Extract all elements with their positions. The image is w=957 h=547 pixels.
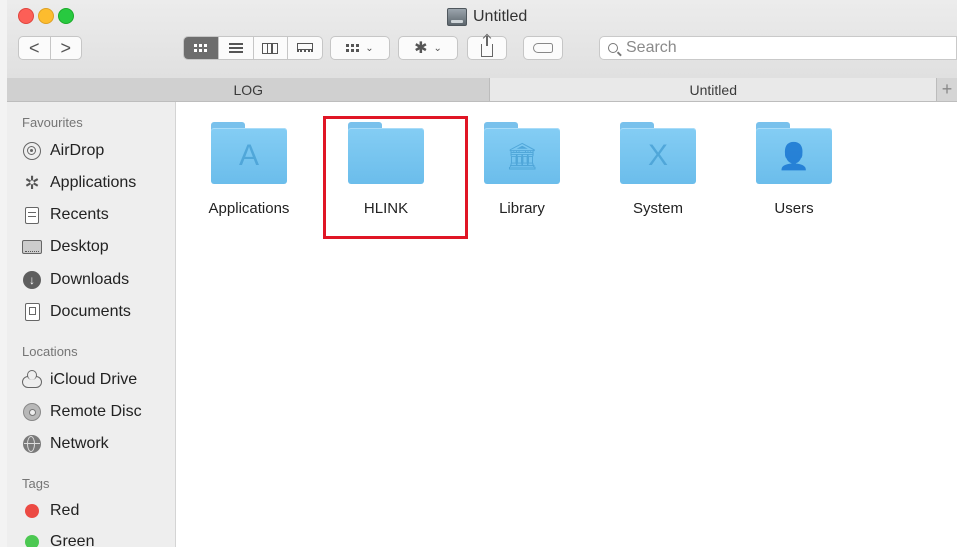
zoom-button[interactable] xyxy=(58,8,74,24)
list-view-icon xyxy=(228,43,243,53)
sidebar-item-desktop[interactable]: Desktop xyxy=(22,235,109,259)
group-icon xyxy=(346,44,360,52)
list-view-button[interactable] xyxy=(217,37,253,59)
red-tag-icon xyxy=(25,504,39,518)
gallery-view-button[interactable] xyxy=(287,37,322,59)
sidebar-item-label: iCloud Drive xyxy=(50,371,138,388)
edit-tags-button[interactable] xyxy=(523,36,563,60)
folder-label: Applications xyxy=(208,200,290,217)
new-tab-button[interactable]: + xyxy=(936,78,957,101)
group-by-button[interactable]: ⌄ xyxy=(330,36,390,60)
icon-view-icon xyxy=(194,44,208,52)
documents-icon xyxy=(24,303,40,321)
search-field[interactable] xyxy=(599,36,957,60)
sidebar-item-applications[interactable]: ✲ Applications xyxy=(22,171,136,195)
disc-icon xyxy=(23,403,41,421)
tag-icon xyxy=(533,43,553,53)
icloud-icon xyxy=(22,369,42,388)
sidebar-item-recents[interactable]: Recents xyxy=(22,203,109,227)
sidebar: Favourites AirDrop ✲ Applications Recent… xyxy=(7,102,176,547)
library-folder-icon: 🏛 xyxy=(484,122,560,184)
chevron-down-icon: ⌄ xyxy=(365,42,374,54)
sidebar-item-label: Downloads xyxy=(50,271,130,288)
forward-button[interactable]: > xyxy=(49,37,82,59)
folder-hlink[interactable]: HLINK xyxy=(326,122,446,232)
sidebar-item-downloads[interactable]: ↓ Downloads xyxy=(22,268,129,292)
gear-icon: ✱ xyxy=(414,40,428,57)
sidebar-item-label: Remote Disc xyxy=(50,403,142,420)
navigation-buttons: < > xyxy=(18,36,82,60)
view-mode-selector xyxy=(183,36,323,60)
folder-label: System xyxy=(632,200,683,217)
icon-view-button[interactable] xyxy=(184,37,218,59)
system-folder-icon: X xyxy=(620,122,696,184)
file-browser-content: A Applications HLINK 🏛 Library X System xyxy=(176,102,957,547)
desktop-icon xyxy=(22,240,42,254)
sidebar-item-label: Red xyxy=(50,502,80,519)
window-title-text: Untitled xyxy=(473,8,528,25)
sidebar-item-tag-red[interactable]: Red xyxy=(22,499,79,523)
window-title: Untitled xyxy=(447,6,527,28)
downloads-icon: ↓ xyxy=(23,271,41,289)
tab-log[interactable]: LOG xyxy=(7,78,491,101)
search-input[interactable] xyxy=(624,38,928,58)
network-icon xyxy=(23,435,41,453)
minimize-button[interactable] xyxy=(38,8,54,24)
applications-folder-icon: A xyxy=(211,122,287,184)
airdrop-icon xyxy=(23,142,41,160)
folder-library[interactable]: 🏛 Library xyxy=(462,122,582,232)
sidebar-item-tag-green[interactable]: Green xyxy=(22,530,94,547)
folder-icon xyxy=(348,122,424,184)
share-button[interactable] xyxy=(467,35,507,60)
finder-window: Untitled < > ⌄ ✱ ⌄ Search LOG Untitled +… xyxy=(7,0,957,547)
close-button[interactable] xyxy=(18,8,34,24)
sidebar-item-label: Documents xyxy=(50,303,131,320)
sidebar-item-network[interactable]: Network xyxy=(22,432,109,456)
folder-users[interactable]: 👤 Users xyxy=(734,122,854,232)
title-bar: Untitled < > ⌄ ✱ ⌄ xyxy=(7,0,957,79)
sidebar-header-tags: Tags xyxy=(22,476,50,491)
folder-system[interactable]: X System xyxy=(598,122,718,232)
tab-bar: LOG Untitled + xyxy=(7,78,957,102)
sidebar-item-label: Green xyxy=(50,533,95,547)
column-view-button[interactable] xyxy=(252,37,288,59)
recents-icon xyxy=(25,206,39,224)
users-folder-icon: 👤 xyxy=(756,122,832,184)
sidebar-item-label: Recents xyxy=(50,206,109,223)
sidebar-item-icloud-drive[interactable]: iCloud Drive xyxy=(22,368,137,392)
folder-label: HLINK xyxy=(363,200,409,217)
disk-icon xyxy=(447,8,467,26)
sidebar-header-favourites: Favourites xyxy=(22,115,83,130)
folder-label: Users xyxy=(774,200,814,217)
chevron-down-icon: ⌄ xyxy=(433,42,442,54)
sidebar-item-label: Desktop xyxy=(50,238,109,255)
sidebar-item-remote-disc[interactable]: Remote Disc xyxy=(22,400,142,424)
column-view-icon xyxy=(262,42,279,54)
applications-icon: ✲ xyxy=(24,173,40,193)
share-icon xyxy=(481,35,493,57)
search-icon xyxy=(608,43,618,53)
folder-applications[interactable]: A Applications xyxy=(189,122,309,232)
tab-untitled[interactable]: Untitled xyxy=(490,78,937,101)
folder-label: Library xyxy=(499,200,545,217)
action-menu-button[interactable]: ✱ ⌄ xyxy=(398,36,458,60)
green-tag-icon xyxy=(25,535,39,547)
sidebar-item-label: AirDrop xyxy=(50,142,105,159)
gallery-view-icon xyxy=(297,42,314,54)
back-button[interactable]: < xyxy=(19,37,50,59)
sidebar-header-locations: Locations xyxy=(22,344,78,359)
sidebar-item-label: Applications xyxy=(50,174,137,191)
sidebar-item-airdrop[interactable]: AirDrop xyxy=(22,139,104,163)
sidebar-item-label: Network xyxy=(50,435,109,452)
sidebar-item-documents[interactable]: Documents xyxy=(22,300,131,324)
